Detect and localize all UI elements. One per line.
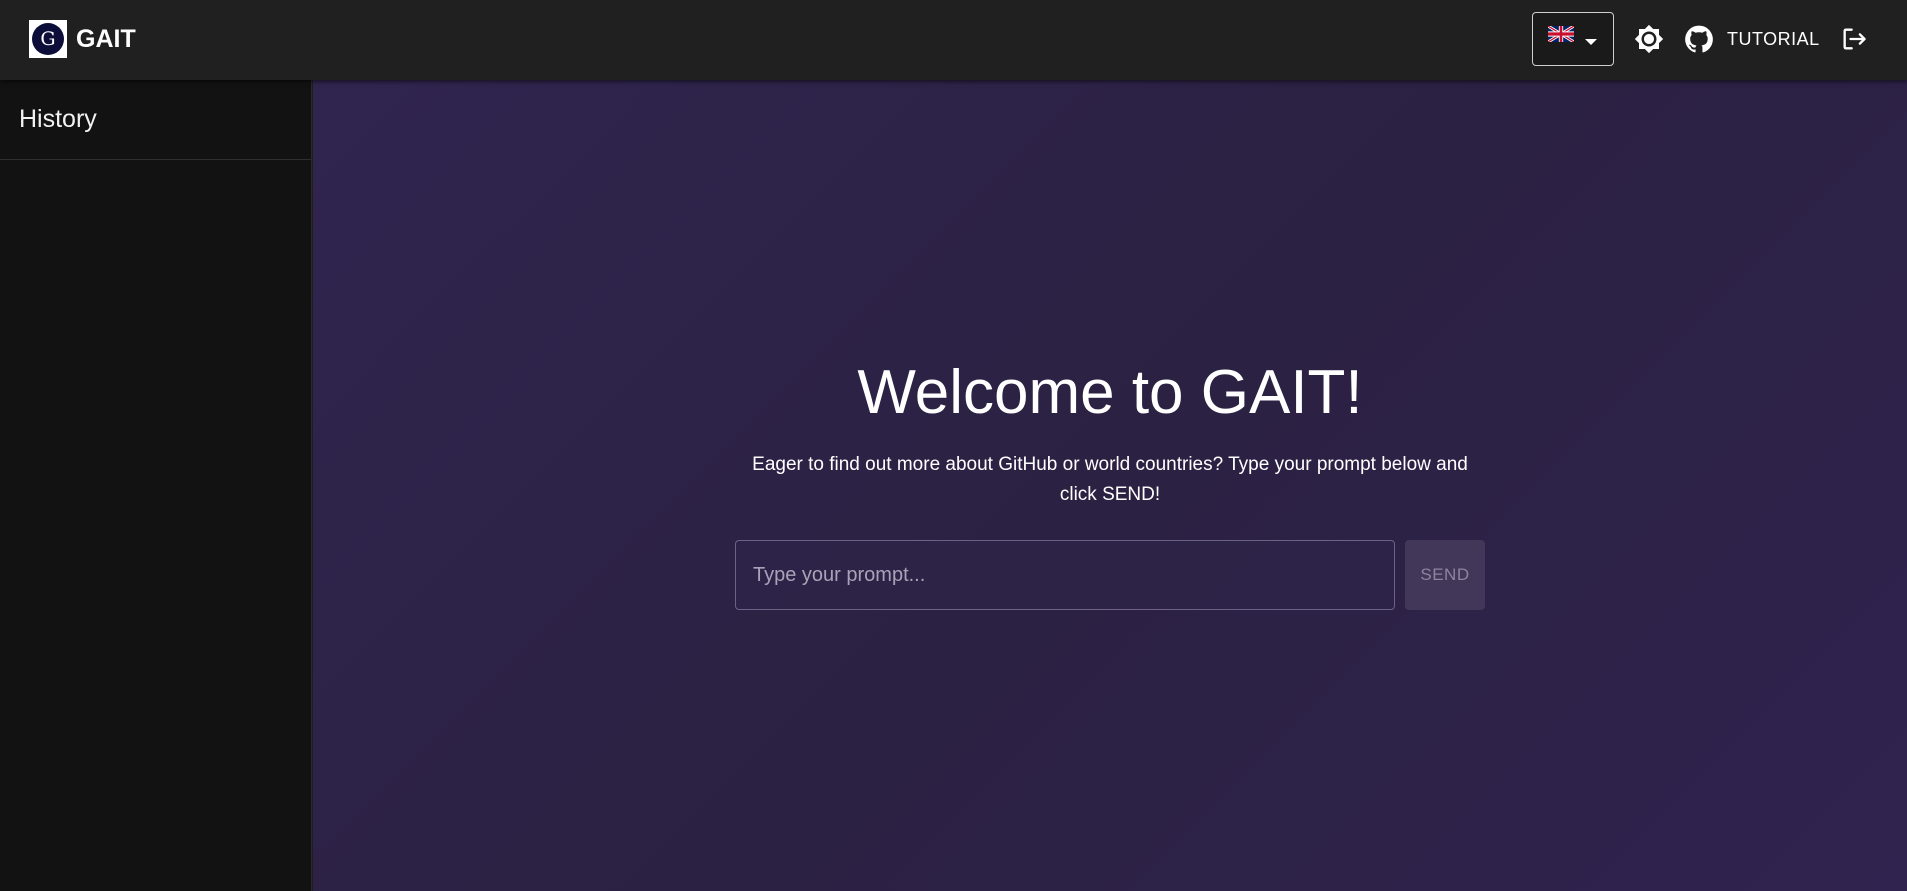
- language-select[interactable]: [1532, 12, 1614, 66]
- sun-icon: [1634, 24, 1664, 54]
- app-title[interactable]: GAIT: [76, 23, 136, 55]
- send-button[interactable]: SEND: [1405, 540, 1485, 610]
- main-content: Welcome to GAIT! Eager to find out more …: [313, 80, 1907, 891]
- welcome-subtitle: Eager to find out more about GitHub or w…: [752, 454, 1468, 505]
- prompt-input[interactable]: [735, 540, 1395, 610]
- history-sidebar: History: [0, 80, 312, 891]
- chevron-down-icon: [1585, 39, 1597, 45]
- github-button[interactable]: [1682, 22, 1716, 56]
- app-logo[interactable]: G: [29, 20, 67, 58]
- theme-toggle-button[interactable]: [1632, 22, 1666, 56]
- logo-letter: G: [32, 23, 64, 55]
- logout-icon: [1843, 28, 1866, 50]
- welcome-heading: Welcome to GAIT!: [857, 358, 1363, 427]
- top-app-bar: G GAIT TUTORIAL: [0, 0, 1907, 80]
- logout-button[interactable]: [1837, 22, 1871, 56]
- github-icon: [1685, 25, 1713, 53]
- sidebar-header: History: [0, 80, 311, 160]
- tutorial-button[interactable]: TUTORIAL: [1727, 22, 1820, 56]
- uk-flag-icon: [1548, 26, 1574, 42]
- history-title: History: [19, 105, 97, 133]
